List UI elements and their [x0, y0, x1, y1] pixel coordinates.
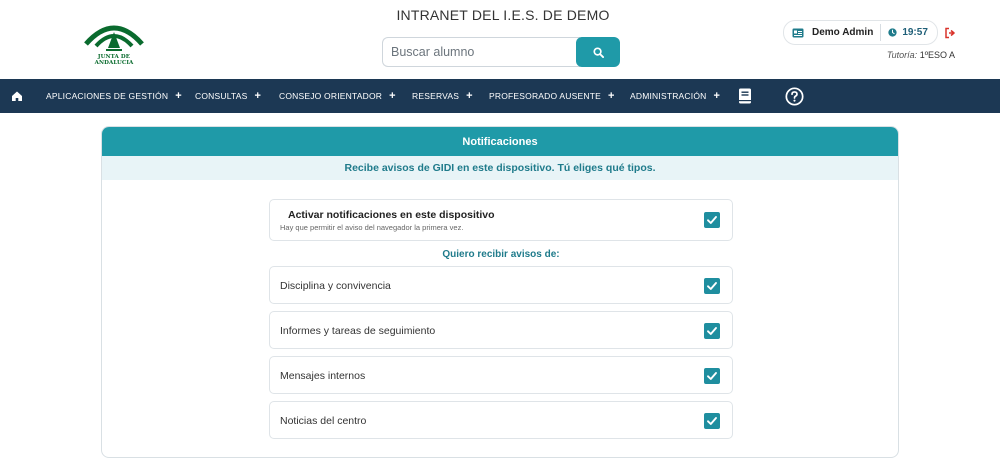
book-icon[interactable] [738, 88, 752, 104]
help-icon[interactable] [785, 87, 804, 106]
nav-label: CONSEJO ORIENTADOR [279, 91, 383, 101]
tutoria-info: Tutoría: 1ºESO A [887, 50, 955, 60]
nav-administracion[interactable]: ADMINISTRACIÓN + [630, 79, 720, 113]
home-icon[interactable] [11, 90, 23, 102]
clock-icon [888, 28, 897, 37]
card-title: Notificaciones [102, 127, 898, 156]
option-label: Informes y tareas de seguimiento [280, 325, 436, 337]
option-checkbox[interactable] [704, 278, 720, 294]
tutoria-label: Tutoría: [886, 50, 918, 60]
activate-checkbox[interactable] [704, 212, 720, 228]
search-input[interactable] [382, 37, 580, 67]
nav-profesorado-ausente[interactable]: PROFESORADO AUSENTE + [489, 79, 615, 113]
option-disciplina[interactable]: Disciplina y convivencia [269, 266, 733, 304]
option-label: Disciplina y convivencia [280, 280, 391, 292]
check-icon [707, 216, 717, 224]
option-checkbox[interactable] [704, 323, 720, 339]
clock-time: 19:57 [902, 27, 928, 38]
search-icon [592, 46, 604, 58]
logo-text: JUNTA DE ANDALUCIA [94, 54, 134, 66]
check-icon [707, 327, 717, 335]
plus-icon: + [389, 90, 396, 102]
id-card-icon [792, 28, 804, 38]
nav-reservas[interactable]: RESERVAS + [412, 79, 473, 113]
nav-label: ADMINISTRACIÓN [630, 91, 707, 101]
plus-icon: + [713, 90, 721, 102]
tutoria-value: 1ºESO A [919, 50, 955, 60]
option-label: Mensajes internos [280, 370, 366, 382]
plus-icon: + [175, 90, 182, 102]
page-header: JUNTA DE ANDALUCIA INTRANET DEL I.E.S. D… [0, 0, 1000, 79]
activate-title: Activar notificaciones en este dispositi… [288, 209, 495, 221]
notifications-card: Notificaciones Recibe avisos de GIDI en … [101, 126, 899, 458]
option-informes[interactable]: Informes y tareas de seguimiento [269, 311, 733, 349]
nav-label: APLICACIONES DE GESTIÓN [46, 91, 169, 101]
option-checkbox[interactable] [704, 413, 720, 429]
nav-aplicaciones-gestion[interactable]: APLICACIONES DE GESTIÓN + [46, 79, 182, 113]
divider [880, 24, 882, 41]
nav-consultas[interactable]: CONSULTAS + [195, 79, 261, 113]
check-icon [707, 372, 717, 380]
search-button[interactable] [576, 37, 620, 67]
activate-description: Hay que permitir el aviso del navegador … [280, 223, 464, 232]
section-title: Quiero recibir avisos de: [442, 249, 560, 260]
option-mensajes[interactable]: Mensajes internos [269, 356, 733, 394]
option-checkbox[interactable] [704, 368, 720, 384]
nav-label: RESERVAS [412, 91, 460, 101]
search-bar [382, 37, 624, 67]
plus-icon: + [254, 90, 262, 102]
plus-icon: + [466, 90, 473, 102]
user-box: Demo Admin 19:57 [783, 20, 938, 45]
logout-icon[interactable] [944, 27, 956, 39]
main-navbar: APLICACIONES DE GESTIÓN + CONSULTAS + CO… [0, 79, 1000, 113]
plus-icon: + [607, 90, 615, 102]
nav-label: PROFESORADO AUSENTE [489, 91, 601, 101]
nav-label: CONSULTAS [195, 91, 248, 101]
user-name[interactable]: Demo Admin [812, 27, 873, 38]
activate-notifications-row[interactable]: Activar notificaciones en este dispositi… [269, 199, 733, 241]
card-subtitle: Recibe avisos de GIDI en este dispositiv… [102, 156, 898, 180]
check-icon [707, 282, 717, 290]
nav-consejo-orientador[interactable]: CONSEJO ORIENTADOR + [279, 79, 396, 113]
option-label: Noticias del centro [280, 415, 367, 427]
check-icon [707, 417, 717, 425]
option-noticias[interactable]: Noticias del centro [269, 401, 733, 439]
